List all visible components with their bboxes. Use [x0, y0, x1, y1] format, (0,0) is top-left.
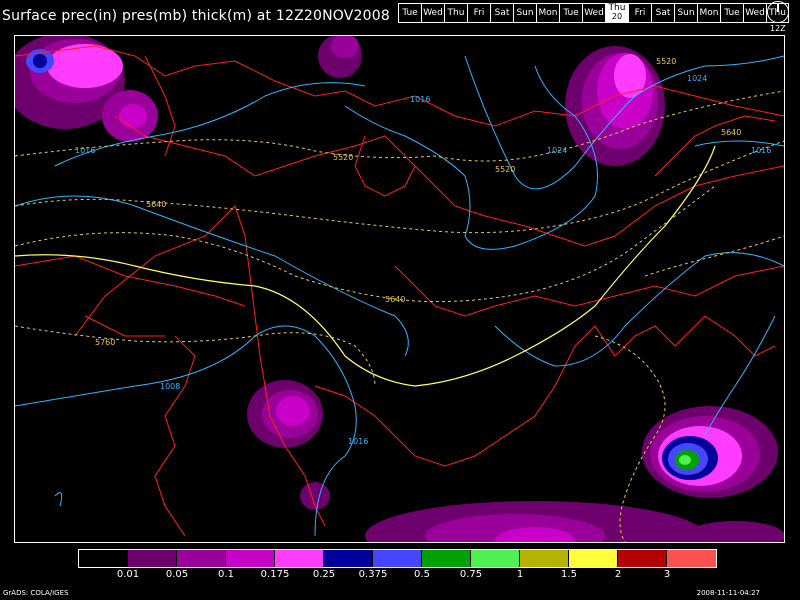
legend-swatch	[373, 550, 422, 567]
day-label: Mon	[699, 8, 719, 18]
legend-swatch	[177, 550, 226, 567]
thickness-label: 5640	[721, 128, 741, 137]
legend-swatch	[226, 550, 275, 567]
legend-swatch	[471, 550, 520, 567]
day-selector[interactable]: Tue Wed Thu Fri Sat Sun Mon Tue Wed Thu 20 Fri Sat Su…	[398, 3, 789, 23]
legend-swatch	[618, 550, 667, 567]
legend-swatch	[422, 550, 471, 567]
legend-swatch	[128, 550, 177, 567]
legend-tick-label: 3	[663, 569, 671, 580]
thickness-label: 5520	[333, 153, 353, 162]
pressure-label: 1016	[348, 437, 368, 446]
day-sun[interactable]: Sun	[674, 4, 697, 22]
legend-tick-label: 0.01	[116, 569, 140, 580]
legend-tick-label: 0.375	[358, 569, 388, 580]
legend-tick-label: 0.1	[218, 569, 234, 580]
precip-area-red-sea	[247, 380, 330, 510]
day-label: Fri	[473, 8, 485, 18]
day-sat[interactable]: Sat	[651, 4, 674, 22]
pressure-label: 1024	[547, 146, 567, 155]
precip-area-northeast	[565, 46, 665, 166]
day-wed[interactable]: Wed	[582, 4, 605, 22]
day-tue[interactable]: Tue	[398, 4, 421, 22]
legend-tick-label: 0.25	[312, 569, 336, 580]
thickness-5700-line	[15, 145, 716, 387]
thickness-label: 5760	[95, 338, 115, 347]
day-sun[interactable]: Sun	[513, 4, 536, 22]
day-sat[interactable]: Sat	[490, 4, 513, 22]
pressure-label: 1016	[751, 146, 771, 155]
day-mon[interactable]: Mon	[536, 4, 559, 22]
day-label: Thu	[447, 8, 465, 18]
thickness-label: 5520	[495, 165, 515, 174]
day-tue[interactable]: Tue	[720, 4, 743, 22]
pressure-label: 1016	[410, 95, 430, 104]
day-number: 20	[611, 12, 623, 21]
map-title: Surface prec(in) pres(mb) thick(m) at 12…	[2, 8, 390, 24]
legend-tick-label: 1.5	[561, 569, 577, 580]
day-label: Sun	[516, 8, 534, 18]
pressure-labels: 1016 1016 1024 1024 1016 1008 1016	[75, 74, 771, 446]
legend-swatch	[79, 550, 128, 567]
thickness-label: 5520	[656, 57, 676, 66]
pressure-label: 1016	[75, 146, 95, 155]
day-wed[interactable]: Wed	[421, 4, 444, 22]
day-mon[interactable]: Mon	[697, 4, 720, 22]
pressure-label: 1024	[687, 74, 707, 83]
day-label: Tue	[724, 8, 740, 18]
clock-icon	[767, 1, 789, 23]
day-tue[interactable]: Tue	[559, 4, 582, 22]
legend-swatch	[275, 550, 324, 567]
day-thu[interactable]: Thu	[444, 4, 467, 22]
legend-swatch	[569, 550, 618, 567]
weather-map: 1016 1016 1024 1024 1016 1008 1016 5520 …	[14, 35, 785, 543]
day-thu[interactable]: Thu 20	[605, 4, 628, 22]
legend-tick-label: 0.05	[165, 569, 189, 580]
day-label: Tue	[402, 8, 418, 18]
precip-area-northwest	[15, 36, 158, 142]
day-label: Wed	[423, 8, 443, 18]
precip-area-arabian-sea	[642, 406, 778, 498]
clock-label: 12Z	[770, 24, 786, 33]
day-fri[interactable]: Fri	[628, 4, 651, 22]
day-label: Wed	[745, 8, 765, 18]
legend-tick-label: 0.5	[414, 569, 430, 580]
color-legend	[78, 549, 717, 568]
day-label: Wed	[584, 8, 604, 18]
precip-area-south	[365, 501, 784, 542]
day-wed[interactable]: Wed	[743, 4, 766, 22]
legend-tick-label: 1	[516, 569, 524, 580]
day-label: Tue	[563, 8, 579, 18]
legend-tick-label: 2	[614, 569, 622, 580]
thickness-label: 5640	[385, 295, 405, 304]
day-label: Mon	[538, 8, 558, 18]
pressure-label: 1008	[160, 382, 180, 391]
day-label: Sun	[677, 8, 695, 18]
legend-tick-label: 0.175	[260, 569, 290, 580]
thickness-label: 5640	[146, 200, 166, 209]
footer-credit: GrADS: COLA/IGES	[3, 589, 69, 597]
precip-area-north	[318, 36, 362, 78]
legend-swatch	[324, 550, 373, 567]
day-label: Sat	[655, 8, 671, 18]
day-fri[interactable]: Fri	[467, 4, 490, 22]
legend-swatch	[520, 550, 569, 567]
legend-swatch	[667, 550, 716, 567]
footer-timestamp: 2008-11-11-04:27	[696, 589, 760, 597]
day-label: Fri	[634, 8, 646, 18]
day-label: Sat	[494, 8, 510, 18]
legend-tick-label: 0.75	[459, 569, 483, 580]
